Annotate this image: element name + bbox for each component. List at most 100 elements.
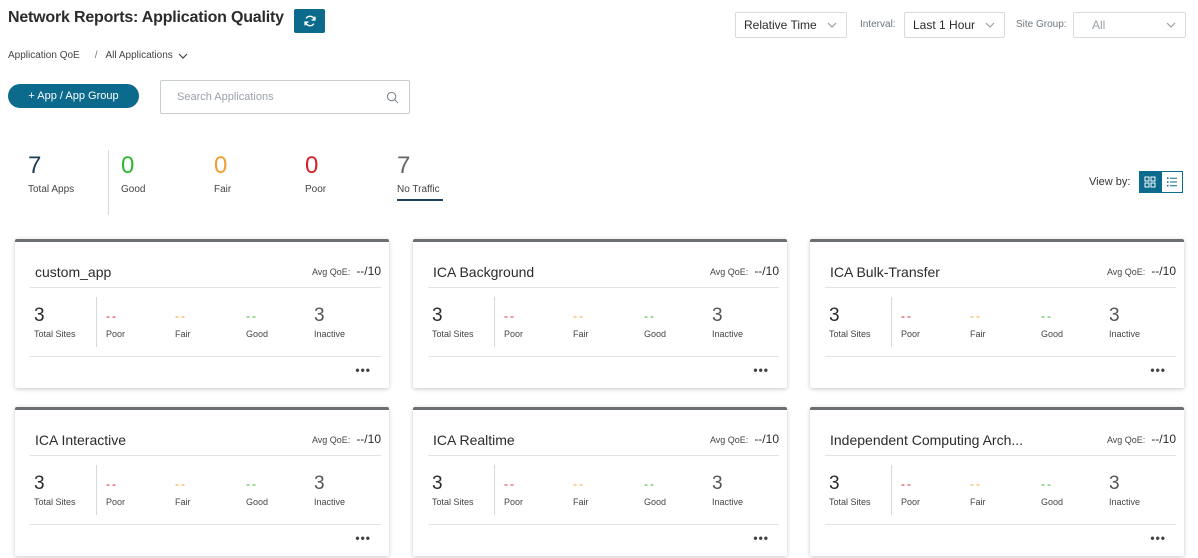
app-card[interactable]: ICA Bulk-Transfer Avg QoE: --/10 3 Total … (810, 239, 1184, 388)
avg-qoe-value: --/10 (754, 432, 779, 446)
metric-fair-value: -- (970, 309, 982, 323)
total-sites: 3 Total Sites (829, 305, 871, 340)
card-divider (30, 524, 381, 525)
breadcrumb-root[interactable]: Application QoE (8, 50, 80, 61)
more-options-icon[interactable]: ••• (753, 532, 769, 544)
metric-fair: -- Fair (175, 306, 191, 339)
total-sites-value: 3 (432, 305, 443, 326)
metric-poor-value: -- (504, 477, 516, 491)
card-vertical-divider (891, 297, 892, 347)
metric-inactive-value: 3 (712, 305, 723, 326)
avg-qoe-value: --/10 (1151, 264, 1176, 278)
search-box[interactable] (160, 80, 410, 114)
interval-select[interactable]: Last 1 Hour (904, 12, 1005, 38)
metric-inactive: 3 Inactive (712, 305, 744, 340)
total-sites-label: Total Sites (34, 497, 76, 507)
breadcrumb-current[interactable]: All Applications (106, 50, 173, 61)
total-sites: 3 Total Sites (432, 474, 474, 508)
app-name[interactable]: custom_app (35, 264, 111, 280)
breadcrumb: Application QoE / All Applications (8, 50, 189, 61)
stat-no-traffic[interactable]: 7 No Traffic (397, 152, 440, 195)
avg-qoe-value: --/10 (754, 264, 779, 278)
stat-no-traffic-label: No Traffic (397, 184, 440, 195)
stat-no-traffic-value: 7 (397, 152, 411, 179)
app-card[interactable]: custom_app Avg QoE: --/10 3 Total Sites -… (15, 239, 389, 388)
metric-inactive-label: Inactive (712, 329, 744, 339)
stat-total-apps[interactable]: 7 Total Apps (28, 152, 74, 195)
app-name[interactable]: ICA Realtime (433, 432, 515, 448)
more-options-icon[interactable]: ••• (355, 364, 371, 376)
interval-label: Interval: (860, 19, 896, 30)
time-mode-select[interactable]: Relative Time (735, 12, 847, 38)
metric-good: -- Good (644, 474, 666, 507)
card-divider (428, 287, 779, 288)
avg-qoe-value: --/10 (1151, 432, 1176, 446)
card-divider (30, 356, 381, 357)
app-name[interactable]: ICA Background (433, 264, 534, 280)
app-card[interactable]: ICA Interactive Avg QoE: --/10 3 Total Si… (15, 407, 389, 556)
metric-good-value: -- (246, 477, 258, 491)
total-sites-value: 3 (829, 473, 840, 494)
page-title: Network Reports: Application Quality (8, 9, 284, 26)
stat-poor-label: Poor (305, 184, 327, 195)
card-vertical-divider (96, 465, 97, 515)
avg-qoe-label: Avg QoE: (709, 267, 749, 277)
grid-icon (1144, 176, 1156, 188)
metric-poor: -- Poor (106, 474, 125, 507)
stat-poor[interactable]: 0 Poor (305, 152, 326, 195)
metric-inactive: 3 Inactive (314, 306, 345, 340)
refresh-button[interactable] (294, 9, 325, 33)
site-group-select[interactable]: All (1073, 12, 1186, 38)
more-options-icon[interactable]: ••• (355, 532, 371, 544)
avg-qoe: Avg QoE: --/10 (1107, 432, 1176, 446)
chevron-down-icon[interactable] (177, 51, 189, 61)
add-app-group-button[interactable]: + App / App Group (8, 84, 139, 108)
metric-good: -- Good (1041, 474, 1063, 507)
chevron-down-icon (1166, 22, 1176, 28)
metric-good: -- Good (644, 306, 666, 339)
app-card[interactable]: ICA Background Avg QoE: --/10 3 Total Sit… (413, 239, 787, 388)
avg-qoe-label: Avg QoE: (709, 435, 749, 445)
metric-fair: -- Fair (573, 474, 589, 507)
card-vertical-divider (494, 297, 495, 347)
stat-fair-value: 0 (214, 152, 228, 179)
metric-fair-value: -- (175, 309, 187, 323)
metric-fair: -- Fair (573, 306, 589, 339)
metric-poor: -- Poor (106, 306, 125, 339)
stat-fair[interactable]: 0 Fair (214, 152, 231, 195)
total-sites-label: Total Sites (829, 329, 871, 339)
stat-good[interactable]: 0 Good (121, 152, 145, 195)
app-card[interactable]: ICA Realtime Avg QoE: --/10 3 Total Sites… (413, 407, 787, 556)
metric-poor: -- Poor (504, 474, 523, 507)
refresh-icon (303, 15, 316, 27)
card-divider (428, 356, 779, 357)
metric-inactive-label: Inactive (1109, 329, 1141, 339)
avg-qoe: Avg QoE: --/10 (312, 264, 381, 278)
grid-view-button[interactable] (1139, 171, 1161, 193)
more-options-icon[interactable]: ••• (1150, 532, 1166, 544)
total-sites-label: Total Sites (34, 329, 76, 339)
stat-poor-value: 0 (305, 152, 319, 179)
app-name[interactable]: ICA Interactive (35, 432, 126, 448)
more-options-icon[interactable]: ••• (1150, 364, 1166, 376)
metric-fair-value: -- (573, 309, 585, 323)
view-by-label: View by: (1089, 176, 1131, 188)
metric-good-value: -- (1041, 309, 1053, 323)
search-input[interactable] (177, 91, 386, 103)
metric-inactive-label: Inactive (712, 497, 744, 507)
app-name[interactable]: ICA Bulk-Transfer (830, 264, 940, 280)
more-options-icon[interactable]: ••• (753, 364, 769, 376)
total-sites-value: 3 (829, 305, 840, 326)
app-name[interactable]: Independent Computing Arch... (830, 432, 1023, 448)
metric-fair-label: Fair (970, 329, 986, 339)
metric-inactive: 3 Inactive (712, 474, 744, 508)
metric-inactive: 3 Inactive (1109, 306, 1141, 340)
metric-good-label: Good (246, 329, 269, 339)
site-group-value: All (1092, 18, 1106, 32)
list-icon (1167, 177, 1177, 187)
metric-poor-value: -- (901, 309, 913, 323)
search-icon[interactable] (386, 91, 399, 104)
app-card[interactable]: Independent Computing Arch... Avg QoE: --… (810, 407, 1184, 556)
list-view-button[interactable] (1161, 171, 1183, 193)
metric-fair-label: Fair (573, 497, 589, 507)
